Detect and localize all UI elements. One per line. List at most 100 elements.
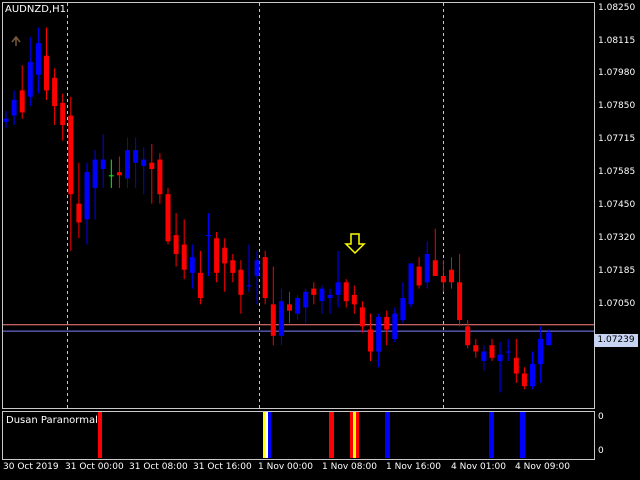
candle-body[interactable] [165, 194, 171, 242]
candle-body[interactable] [432, 260, 438, 277]
candle-body[interactable] [222, 247, 228, 264]
candle-body[interactable] [440, 276, 446, 283]
candle-body[interactable] [246, 285, 252, 287]
price-tick: 1.08250 [598, 3, 636, 13]
indicator-bar [356, 412, 359, 458]
candle-body[interactable] [513, 357, 519, 374]
candle-body[interactable] [214, 238, 220, 273]
indicator-tick: 0 [598, 446, 604, 456]
candle-body[interactable] [376, 316, 382, 352]
candle-body[interactable] [311, 288, 317, 295]
candle-body[interactable] [254, 260, 260, 277]
candle-body[interactable] [262, 257, 268, 299]
candle-body[interactable] [157, 159, 163, 195]
price-tick: 1.08115 [598, 36, 636, 46]
price-tick: 1.07715 [598, 134, 636, 144]
candle-body[interactable] [481, 351, 487, 361]
candle-body[interactable] [505, 351, 511, 353]
candle-body[interactable] [197, 272, 203, 299]
candle-body[interactable] [141, 159, 147, 166]
price-tick: 1.07185 [598, 266, 636, 276]
candle-body[interactable] [19, 90, 25, 113]
candle-body[interactable] [295, 298, 301, 314]
candle-body[interactable] [11, 99, 17, 116]
time-tick: 1 Nov 08:00 [322, 462, 377, 472]
candle-body[interactable] [149, 162, 155, 170]
candle-body[interactable] [465, 326, 471, 346]
indicator-title: Dusan Paranormal [6, 415, 98, 426]
candle-body[interactable] [303, 291, 309, 308]
price-tick: 1.07450 [598, 200, 636, 210]
candle-body[interactable] [392, 313, 398, 339]
candle-body[interactable] [497, 354, 503, 361]
indicator-bar [385, 412, 390, 458]
candle-body[interactable] [133, 150, 139, 163]
candle-body[interactable] [68, 115, 74, 195]
main-chart-canvas[interactable] [0, 0, 640, 480]
candle-body[interactable] [343, 282, 349, 302]
indicator-bar [265, 412, 268, 458]
candle-body[interactable] [84, 172, 90, 220]
candle-body[interactable] [181, 244, 187, 270]
candle-body[interactable] [538, 338, 544, 365]
price-tick: 1.07980 [598, 68, 636, 78]
main-chart-frame [2, 2, 595, 409]
candle-body[interactable] [457, 282, 463, 321]
indicator-bar [489, 412, 494, 458]
price-tick: 1.07050 [598, 299, 636, 309]
time-tick: 4 Nov 09:00 [515, 462, 570, 472]
time-tick: 31 Oct 00:00 [65, 462, 124, 472]
indicator-bar [263, 412, 265, 458]
indicator-bar [329, 412, 334, 458]
candle-body[interactable] [100, 159, 106, 170]
candle-body[interactable] [3, 118, 9, 122]
candle-body[interactable] [206, 235, 211, 237]
candle-body[interactable] [35, 43, 41, 75]
candle-body[interactable] [270, 304, 276, 336]
chart-title: AUDNZD,H1 [5, 4, 66, 15]
candle-body[interactable] [521, 373, 527, 387]
candle-body[interactable] [319, 288, 325, 302]
candle-body[interactable] [76, 203, 82, 223]
indicator-bar [98, 412, 102, 458]
time-tick: 4 Nov 01:00 [451, 462, 506, 472]
chart-window[interactable]: AUDNZD,H1 Dusan Paranormal 1.08250 1.081… [0, 0, 640, 480]
price-tick: 1.07850 [598, 101, 636, 111]
candle-body[interactable] [44, 55, 49, 91]
candle-body[interactable] [473, 345, 479, 352]
candle-body[interactable] [92, 159, 98, 188]
candle-body[interactable] [424, 253, 430, 283]
candlesticks[interactable] [3, 27, 552, 393]
candle-body[interactable] [238, 269, 244, 295]
price-tick: 1.07320 [598, 233, 636, 243]
candle-body[interactable] [489, 345, 495, 358]
candle-body[interactable] [108, 175, 114, 177]
candle-body[interactable] [173, 235, 179, 254]
candle-body[interactable] [368, 329, 373, 352]
candle-body[interactable] [278, 301, 284, 336]
candle-body[interactable] [125, 150, 130, 179]
candle-body[interactable] [384, 316, 390, 330]
candle-body[interactable] [351, 294, 357, 305]
candle-body[interactable] [335, 282, 341, 295]
candle-body[interactable] [530, 364, 535, 387]
candle-body[interactable] [287, 304, 292, 311]
candle-body[interactable] [546, 332, 552, 346]
current-price-label: 1.07239 [594, 334, 638, 347]
price-lines [3, 324, 594, 332]
candle-body[interactable] [27, 62, 33, 97]
candle-body[interactable] [116, 172, 122, 176]
candle-body[interactable] [416, 266, 422, 286]
candle-body[interactable] [60, 102, 66, 125]
down-arrow-icon[interactable] [344, 233, 366, 255]
candle-body[interactable] [230, 260, 236, 273]
candle-body[interactable] [359, 307, 365, 327]
time-tick: 1 Nov 16:00 [386, 462, 441, 472]
candle-body[interactable] [52, 77, 58, 107]
candle-body[interactable] [449, 269, 454, 283]
indicator-bar [353, 412, 356, 458]
candle-body[interactable] [408, 263, 414, 305]
candle-body[interactable] [327, 294, 333, 299]
candle-body[interactable] [189, 257, 195, 273]
candle-body[interactable] [400, 298, 406, 321]
